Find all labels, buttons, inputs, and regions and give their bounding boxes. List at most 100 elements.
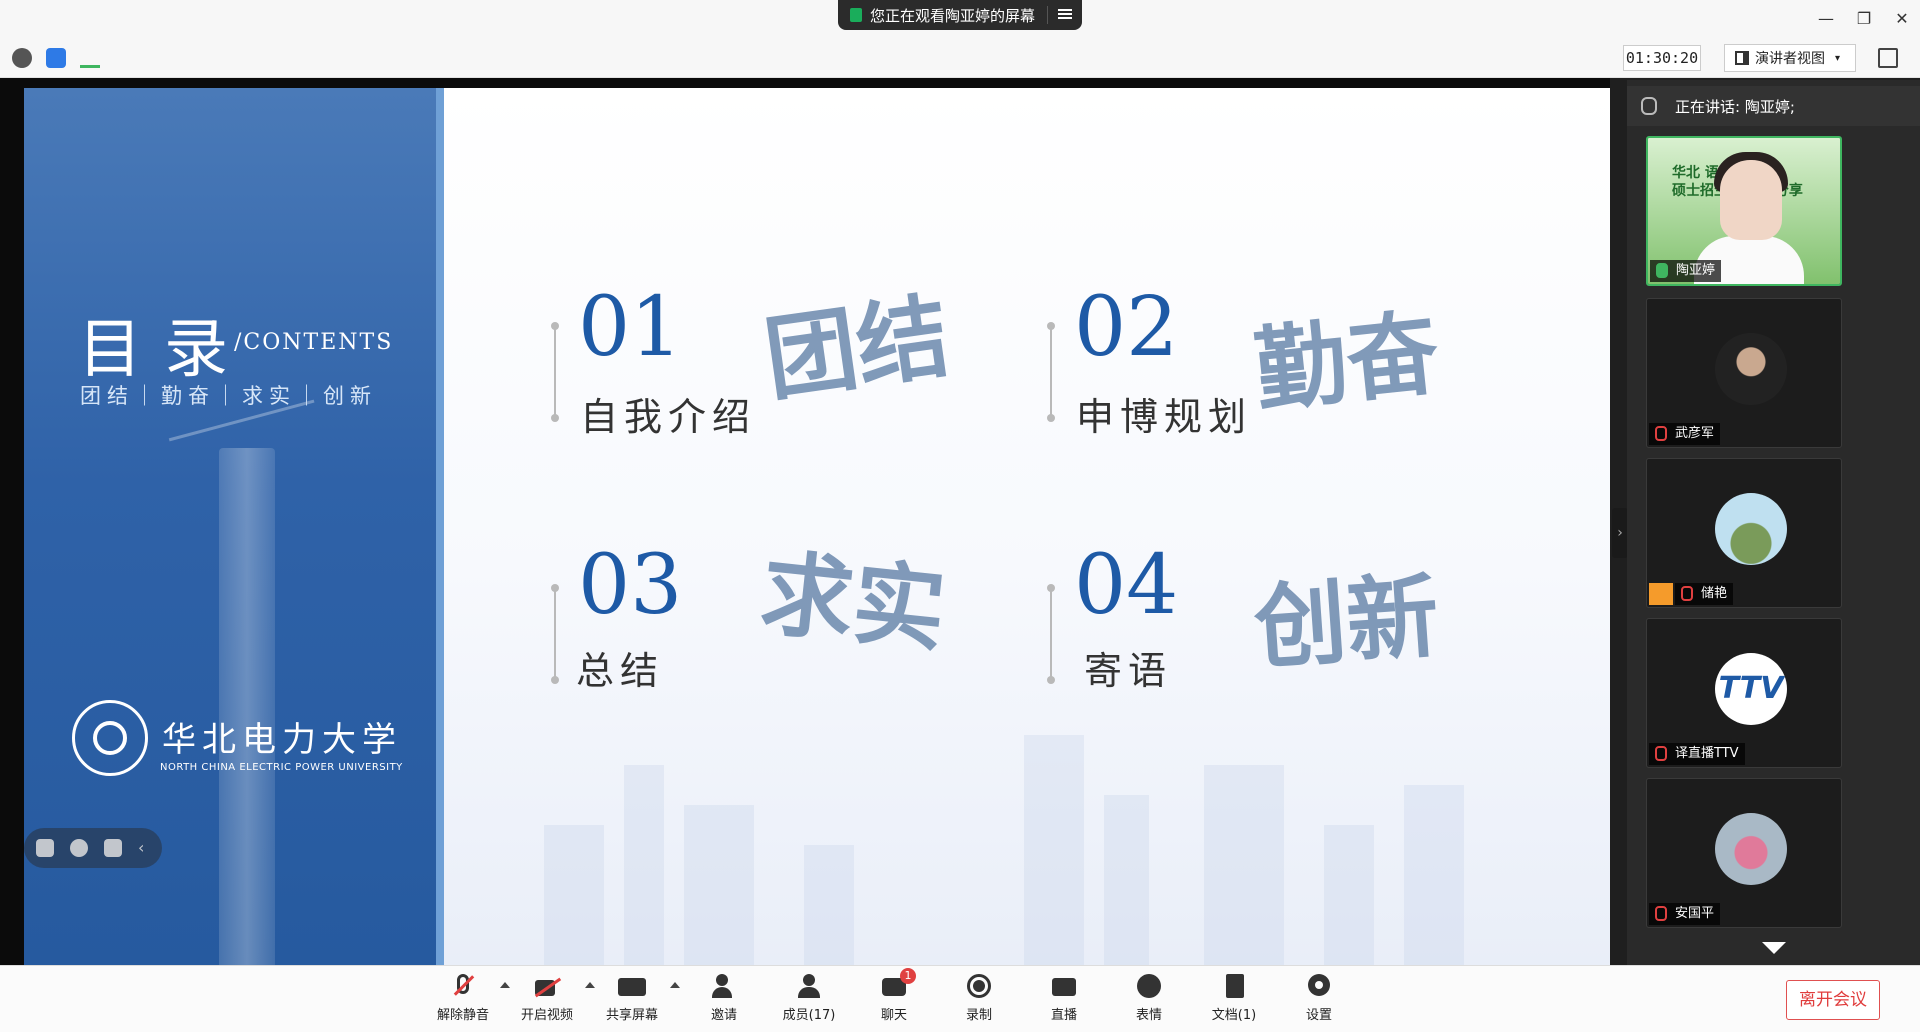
title-bar: 您正在观看陶亚婷的屏幕 — ❐ ✕ — [0, 0, 1920, 38]
ttv-logo: TTV — [1715, 653, 1787, 725]
participant-tile[interactable]: TTV 译直播TTV — [1646, 618, 1842, 768]
item-label-01: 自我介绍 — [580, 395, 757, 439]
participant-name: 武彦军 — [1649, 423, 1721, 445]
muted-mic-icon — [1681, 586, 1693, 601]
view-mode-label: 演讲者视图 — [1755, 51, 1825, 67]
muted-mic-icon — [1655, 426, 1667, 441]
divider-line — [1047, 322, 1055, 422]
university-name-cn: 华北电力大学 — [162, 720, 402, 760]
live-stream-icon — [1050, 974, 1078, 1000]
item-label-04: 寄语 — [1084, 649, 1173, 693]
host-icon — [1649, 583, 1673, 605]
emoji-icon — [1135, 974, 1163, 1000]
share-options-caret[interactable] — [670, 982, 680, 988]
bottom-control-bar: 解除静音 开启视频 共享屏幕 邀请 成员(17) 1 聊天 录制 直播 表情 文… — [0, 965, 1920, 1032]
participant-tile[interactable]: 华北 语系 硕士招生 研经验分享 陶亚婷 — [1646, 136, 1842, 286]
panel-stripe — [436, 88, 444, 965]
unmute-button[interactable]: 解除静音 — [423, 972, 503, 1028]
microphone-icon — [1641, 97, 1657, 115]
participant-name: 安国平 — [1649, 903, 1721, 925]
live-button[interactable]: 直播 — [1024, 972, 1104, 1028]
emoji-button[interactable]: 表情 — [1109, 972, 1189, 1028]
slide-content: 目录 /CONTENTS 团结｜勤奋｜求实｜创新 华北电力大学 NORTH CH… — [24, 88, 1610, 965]
info-icon[interactable] — [12, 48, 32, 68]
close-button[interactable]: ✕ — [1888, 8, 1916, 30]
video-label: 开启视频 — [520, 1008, 573, 1023]
restore-button[interactable]: ❐ — [1850, 8, 1878, 30]
fullscreen-icon[interactable] — [1878, 48, 1898, 68]
tower-graphic — [219, 448, 275, 965]
start-video-button[interactable]: 开启视频 — [507, 972, 587, 1028]
divider-line — [551, 584, 559, 684]
emoji-label: 表情 — [1135, 1008, 1162, 1023]
comment-icon[interactable] — [104, 839, 122, 857]
settings-button[interactable]: 设置 — [1279, 972, 1359, 1028]
item-label-03: 总结 — [576, 649, 665, 693]
video-off-icon — [533, 974, 562, 1000]
share-screen-icon — [618, 974, 646, 1000]
item-number-02: 02 — [1074, 280, 1179, 375]
item-number-04: 04 — [1074, 538, 1179, 633]
invite-button[interactable]: 邀请 — [684, 972, 764, 1028]
university-motto: 团结｜勤奋｜求实｜创新 — [80, 384, 377, 408]
screen-share-banner[interactable]: 您正在观看陶亚婷的屏幕 — [838, 0, 1082, 30]
item-number-03: 03 — [578, 538, 683, 633]
documents-label: 文档(1) — [1211, 1008, 1257, 1023]
members-icon — [795, 974, 823, 1000]
invite-label: 邀请 — [710, 1008, 737, 1023]
collapse-sidebar-button[interactable]: › — [1612, 508, 1628, 558]
chevron-down-icon: ▾ — [1835, 52, 1841, 64]
muted-microphone-icon — [449, 974, 477, 1000]
calligraphy-02: 勤奋 — [1249, 298, 1444, 426]
minimize-button[interactable]: — — [1812, 8, 1840, 30]
toc-subtitle: /CONTENTS — [234, 330, 394, 355]
share-banner-text: 您正在观看陶亚婷的屏幕 — [870, 6, 1036, 25]
security-shield-icon[interactable] — [46, 48, 66, 68]
annotation-toolbar[interactable]: ‹ — [24, 828, 162, 868]
members-label: 成员(17) — [782, 1008, 836, 1023]
share-screen-button[interactable]: 共享屏幕 — [592, 972, 672, 1028]
participant-sidebar: 正在讲话: 陶亚婷; 华北 语系 硕士招生 研经验分享 陶亚婷 武彦军 储艳 T… — [1627, 80, 1920, 965]
record-button[interactable]: 录制 — [939, 972, 1019, 1028]
calligraphy-04: 创新 — [1250, 561, 1443, 683]
participant-tile[interactable]: 武彦军 — [1646, 298, 1842, 448]
menu-icon[interactable] — [1058, 7, 1072, 21]
speaking-indicator: 正在讲话: 陶亚婷; — [1627, 86, 1920, 126]
item-label-02: 申博规划 — [1076, 395, 1253, 439]
calligraphy-01: 团结 — [758, 281, 956, 415]
participant-name: 译直播TTV — [1649, 743, 1745, 765]
avatar — [1715, 493, 1787, 565]
avatar — [1715, 813, 1787, 885]
shared-screen: 目录 /CONTENTS 团结｜勤奋｜求实｜创新 华北电力大学 NORTH CH… — [0, 78, 1610, 965]
leave-meeting-button[interactable]: 离开会议 — [1786, 980, 1880, 1020]
chat-button[interactable]: 1 聊天 — [854, 968, 934, 1028]
meeting-timer: 01:30:20 — [1623, 45, 1701, 71]
share-status-icon — [850, 8, 862, 22]
document-icon — [1220, 974, 1248, 1000]
signal-strength-icon[interactable] — [80, 48, 100, 68]
divider-line — [1047, 584, 1055, 684]
slide-right-panel: 01 自我介绍 团结 02 申博规划 勤奋 03 总结 求实 04 寄语 创新 — [444, 88, 1610, 965]
chevron-left-icon[interactable]: ‹ — [138, 839, 156, 857]
calligraphy-03: 求实 — [756, 538, 951, 666]
gear-icon — [1305, 974, 1333, 1000]
record-icon — [965, 974, 993, 1000]
members-button[interactable]: 成员(17) — [769, 972, 849, 1028]
university-logo — [72, 700, 148, 776]
chat-label: 聊天 — [880, 1008, 907, 1023]
emoji-icon[interactable] — [70, 839, 88, 857]
divider — [1047, 6, 1048, 24]
city-skyline-graphic — [504, 715, 1604, 965]
participant-tile[interactable]: 储艳 — [1646, 458, 1842, 608]
grid-icon[interactable] — [36, 839, 54, 857]
muted-mic-icon — [1655, 746, 1667, 761]
add-user-icon — [710, 974, 738, 1000]
chat-icon: 1 — [880, 968, 916, 1000]
speaking-text: 正在讲话: 陶亚婷; — [1675, 97, 1795, 116]
scroll-down-icon[interactable] — [1762, 942, 1786, 954]
participant-tile[interactable]: 安国平 — [1646, 778, 1842, 928]
participant-name: 陶亚婷 — [1650, 260, 1722, 282]
record-label: 录制 — [965, 1008, 992, 1023]
view-mode-dropdown[interactable]: 演讲者视图 ▾ — [1724, 44, 1856, 72]
documents-button[interactable]: 文档(1) — [1194, 972, 1274, 1028]
